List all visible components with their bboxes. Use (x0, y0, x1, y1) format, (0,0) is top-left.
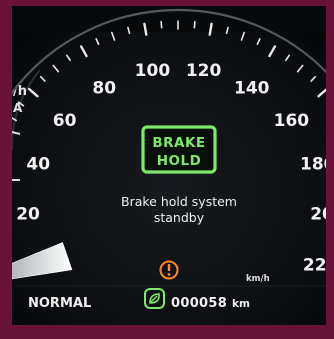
message-line-2: standby (154, 210, 205, 225)
tick-label-140: 140 (234, 78, 270, 98)
message-line-1: Brake hold system (121, 194, 237, 209)
brake-hold-label-line2: HOLD (157, 153, 202, 169)
tick-label-40: 40 (26, 155, 50, 175)
tick-label-80: 80 (92, 78, 116, 98)
brake-hold-indicator: BRAKE HOLD (141, 125, 217, 174)
odometer-unit: km (232, 298, 250, 310)
tick-label-20: 20 (16, 205, 40, 225)
brake-hold-label-line1: BRAKE (152, 135, 205, 151)
cluster-display: /h A 0 20 40 60 80 100 120 140 160 180 2… (0, 0, 334, 339)
right-frame (326, 0, 334, 339)
speed-unit-label: km/h (246, 274, 270, 284)
minor-tick (160, 20, 163, 29)
left-gauge-indicator: A (13, 101, 23, 115)
drive-mode-label: NORMAL (28, 296, 91, 311)
tick-label-160: 160 (274, 111, 310, 131)
odometer-value: 000058 (171, 296, 227, 311)
bottom-frame (0, 325, 334, 339)
top-frame (0, 0, 334, 6)
left-gauge-unit: /h (13, 84, 27, 99)
tick-label-120: 120 (186, 61, 222, 81)
tick-label-60: 60 (53, 111, 77, 131)
instrument-cluster: /h A 0 20 40 60 80 100 120 140 160 180 2… (0, 0, 334, 339)
tick-label-100: 100 (135, 61, 171, 81)
left-frame (0, 0, 12, 339)
minor-tick (193, 20, 196, 29)
